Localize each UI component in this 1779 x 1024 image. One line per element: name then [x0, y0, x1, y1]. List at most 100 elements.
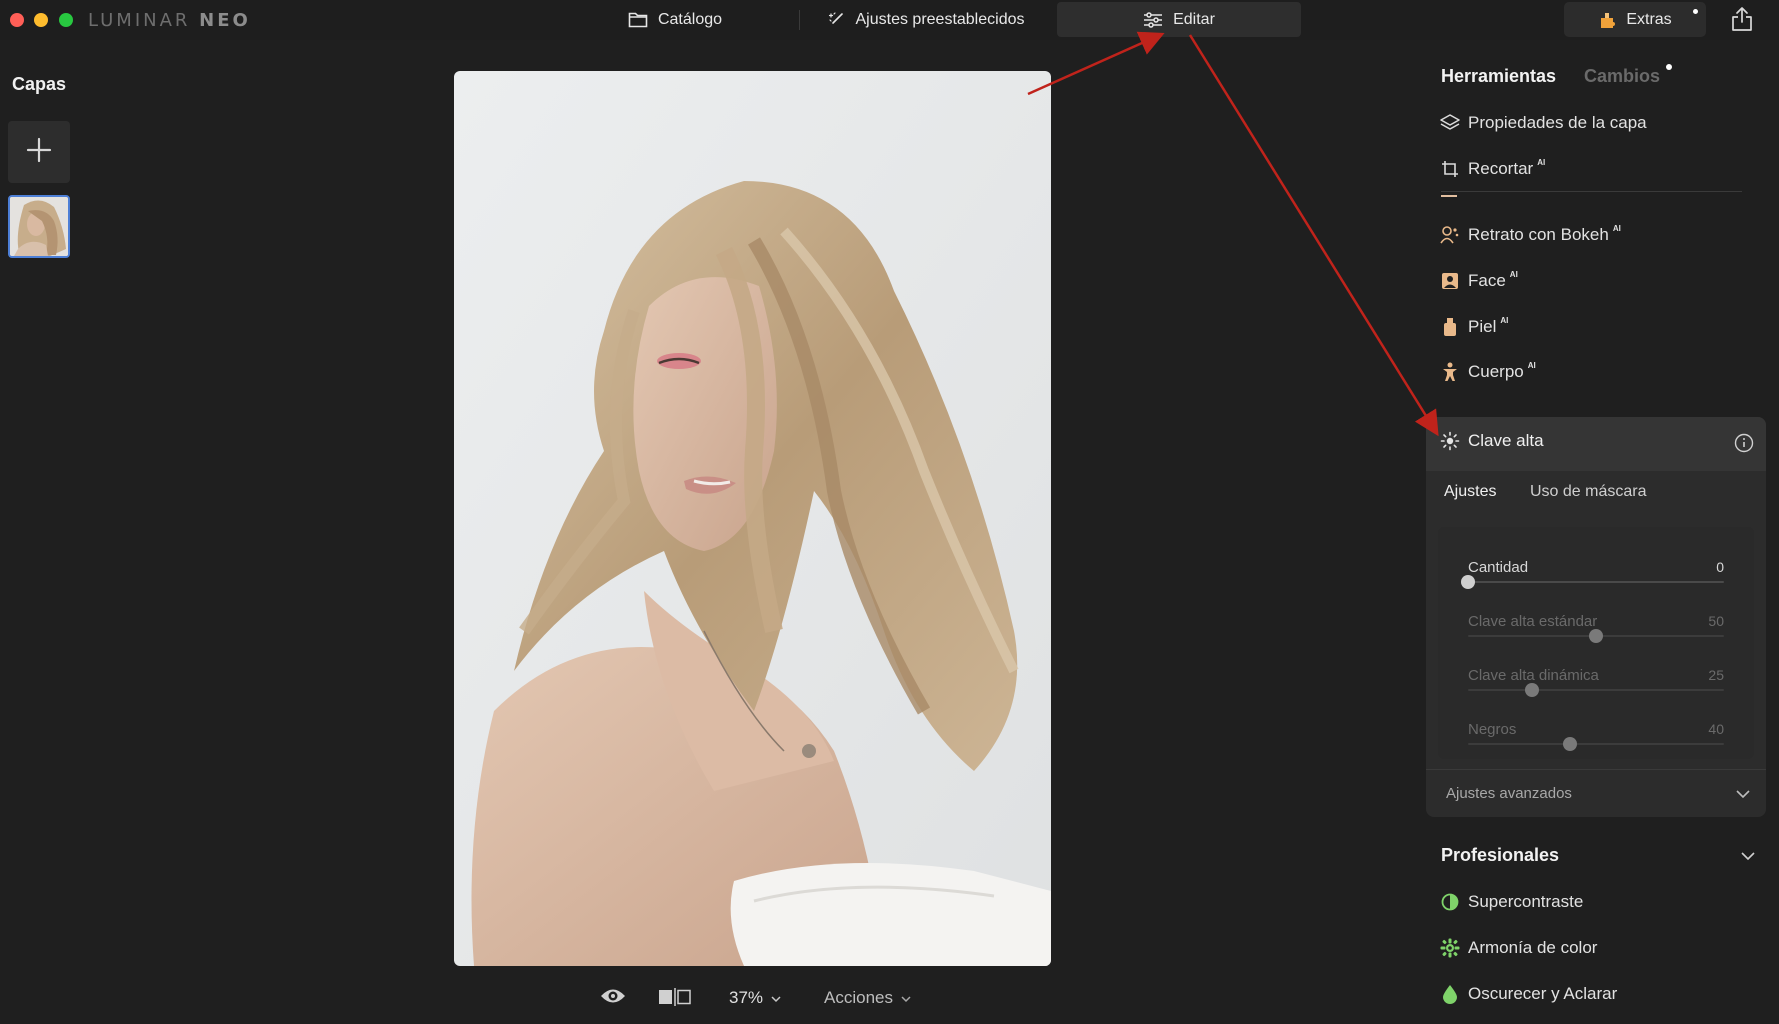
portrait-bokeh-icon: [1440, 225, 1460, 245]
share-icon: [1730, 7, 1754, 36]
tool-label: Face: [1468, 271, 1506, 290]
magic-wand-icon: [826, 10, 846, 30]
tool-label: Armonía de color: [1468, 938, 1598, 957]
layer-thumbnail[interactable]: [8, 195, 70, 258]
slider-blacks[interactable]: Negros 40: [1468, 721, 1724, 761]
slider-knob[interactable]: [1525, 683, 1539, 697]
face-icon: [1440, 271, 1460, 291]
tab-changes[interactable]: Cambios: [1584, 66, 1660, 87]
actions-dropdown[interactable]: Acciones: [824, 988, 911, 1008]
top-bar: LUMINAR NEO Catálogo Ajustes preestablec…: [0, 0, 1779, 40]
professional-section-title[interactable]: Profesionales: [1441, 845, 1559, 866]
tab-tools[interactable]: Herramientas: [1441, 66, 1556, 87]
drop-icon: [1440, 984, 1460, 1004]
slider-value: 40: [1708, 721, 1724, 737]
slider-knob[interactable]: [1589, 629, 1603, 643]
eye-icon[interactable]: [600, 987, 626, 1010]
tool-dodge-burn[interactable]: Oscurecer y Aclarar: [1440, 981, 1617, 1007]
bottom-toolbar: 37% Acciones: [590, 982, 930, 1012]
window-zoom-button[interactable]: [59, 13, 73, 27]
advanced-settings-toggle[interactable]: Ajustes avanzados: [1426, 769, 1766, 817]
tab-settings[interactable]: Ajustes: [1444, 483, 1496, 501]
slider-label: Clave alta dinámica: [1468, 667, 1599, 684]
advanced-settings-label: Ajustes avanzados: [1446, 785, 1572, 802]
slider-dynamic-high-key[interactable]: Clave alta dinámica 25: [1468, 667, 1724, 707]
tool-skin[interactable]: Piel AI: [1440, 314, 1508, 340]
chevron-down-icon: [1736, 786, 1750, 803]
zoom-value: 37%: [729, 988, 764, 1007]
nav-catalog-label: Catálogo: [657, 10, 723, 28]
tool-bokeh-portrait[interactable]: Retrato con Bokeh AI: [1440, 222, 1621, 248]
portrait-photo: [454, 71, 1051, 966]
slider-amount[interactable]: Cantidad 0: [1461, 559, 1724, 599]
slider-label: Clave alta estándar: [1468, 613, 1598, 630]
layers-title: Capas: [12, 74, 67, 94]
ai-badge: AI: [1509, 270, 1518, 279]
tool-label: Supercontraste: [1468, 892, 1584, 911]
slider-track[interactable]: [1468, 689, 1724, 691]
info-icon[interactable]: [1734, 433, 1754, 458]
nav-presets[interactable]: Ajustes preestablecidos: [800, 2, 1050, 37]
plus-icon: [25, 136, 53, 169]
slider-value: 0: [1716, 559, 1724, 575]
nav-presets-label: Ajustes preestablecidos: [855, 10, 1025, 28]
tool-label: Oscurecer y Aclarar: [1468, 984, 1618, 1003]
layers-icon: [1440, 113, 1460, 133]
chevron-down-icon[interactable]: [1741, 848, 1755, 866]
tool-layer-properties[interactable]: Propiedades de la capa: [1440, 110, 1647, 136]
window-close-button[interactable]: [10, 13, 24, 27]
ai-badge: AI: [1612, 224, 1621, 233]
tool-label: Retrato con Bokeh: [1468, 225, 1609, 244]
slider-standard-high-key[interactable]: Clave alta estándar 50: [1468, 613, 1724, 653]
tool-label: Propiedades de la capa: [1468, 113, 1647, 132]
sun-icon: [1440, 431, 1460, 451]
slider-knob[interactable]: [1461, 575, 1475, 589]
slider-track[interactable]: [1468, 581, 1724, 583]
tool-supercontrast[interactable]: Supercontraste: [1440, 889, 1583, 915]
ai-badge: AI: [1500, 316, 1509, 325]
skin-bottle-icon: [1440, 317, 1460, 337]
tab-masking[interactable]: Uso de máscara: [1530, 483, 1647, 501]
puzzle-icon: [1598, 10, 1618, 30]
nav-edit-label: Editar: [1173, 10, 1215, 28]
window-minimize-button[interactable]: [34, 13, 48, 27]
changes-notification-dot: [1666, 64, 1672, 70]
actions-label: Acciones: [824, 988, 893, 1007]
chevron-down-icon: [901, 988, 911, 1008]
extras-label: Extras: [1626, 10, 1672, 28]
sliders-icon: [1143, 10, 1163, 30]
arrow-to-high-key: [1188, 34, 1439, 437]
tool-color-harmony[interactable]: Armonía de color: [1440, 935, 1597, 961]
slider-label: Negros: [1468, 721, 1517, 738]
slider-label: Cantidad: [1468, 559, 1529, 576]
compare-icon[interactable]: [658, 988, 692, 1011]
tool-label: Cuerpo: [1468, 362, 1524, 381]
high-key-header[interactable]: Clave alta: [1426, 417, 1766, 471]
add-layer-button[interactable]: [8, 121, 70, 183]
share-button[interactable]: [1730, 6, 1754, 32]
sliders-block: Cantidad 0 Clave alta estándar 50 Clave …: [1438, 527, 1754, 759]
notification-dot: [1693, 9, 1698, 14]
folder-icon: [628, 10, 648, 30]
nav-catalog[interactable]: Catálogo: [560, 2, 790, 37]
zoom-dropdown[interactable]: 37%: [729, 988, 781, 1008]
chevron-down-icon: [771, 988, 781, 1008]
tool-face[interactable]: Face AI: [1440, 268, 1518, 294]
extras-button[interactable]: Extras: [1564, 2, 1706, 37]
slider-value: 50: [1708, 613, 1724, 629]
tool-label: Recortar: [1468, 159, 1534, 178]
app-logo: LUMINAR NEO: [88, 10, 251, 31]
high-key-title: Clave alta: [1468, 431, 1544, 450]
divider-accent: [1441, 195, 1457, 197]
tool-crop[interactable]: Recortar AI: [1440, 156, 1545, 182]
photo-canvas[interactable]: [454, 71, 1051, 966]
crop-icon: [1440, 159, 1460, 179]
slider-track[interactable]: [1468, 743, 1724, 745]
slider-value: 25: [1708, 667, 1724, 683]
nav-edit[interactable]: Editar: [1057, 2, 1301, 37]
slider-knob[interactable]: [1563, 737, 1578, 751]
high-key-panel: Clave alta Ajustes Uso de máscara Cantid…: [1426, 417, 1766, 817]
layer-thumbnail-image: [10, 197, 68, 256]
tool-label: Piel: [1468, 317, 1497, 336]
tool-body[interactable]: Cuerpo AI: [1440, 359, 1536, 385]
